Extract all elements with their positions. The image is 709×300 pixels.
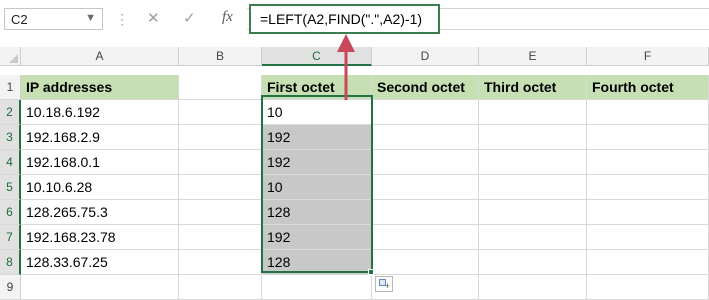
cell-b8[interactable]: [179, 250, 262, 275]
name-box-dropdown-icon[interactable]: ▼: [85, 12, 96, 24]
cell-c1[interactable]: First octet: [262, 75, 372, 100]
column-header-e[interactable]: E: [479, 47, 587, 66]
formula-text: =LEFT(A2,FIND(".",A2)-1): [260, 11, 423, 27]
column-header-b[interactable]: B: [179, 47, 262, 66]
cell-c5[interactable]: 10: [262, 175, 372, 200]
paste-options-plus-icon: +: [384, 281, 390, 291]
cell-a2[interactable]: 10.18.6.192: [21, 100, 179, 125]
cell-e4[interactable]: [479, 150, 587, 175]
cell-a6[interactable]: 128.265.75.3: [21, 200, 179, 225]
cell-a8[interactable]: 128.33.67.25: [21, 250, 179, 275]
cell-b9[interactable]: [179, 275, 262, 300]
select-all-icon: [9, 54, 18, 63]
row-header-6[interactable]: 6: [0, 200, 21, 225]
cell-a7[interactable]: 192.168.23.78: [21, 225, 179, 250]
cell-c3[interactable]: 192: [262, 125, 372, 150]
cell-d2[interactable]: [372, 100, 479, 125]
cell-b1[interactable]: [179, 75, 262, 100]
cell-d3[interactable]: [372, 125, 479, 150]
cell-c4[interactable]: 192: [262, 150, 372, 175]
cell-c8[interactable]: 128: [262, 250, 372, 275]
cell-c2-active[interactable]: 10: [262, 100, 372, 125]
cell-d5[interactable]: [372, 175, 479, 200]
cell-a5[interactable]: 10.10.6.28: [21, 175, 179, 200]
row-header-3[interactable]: 3: [0, 125, 21, 150]
cell-e1[interactable]: Third octet: [479, 75, 587, 100]
row-header-1[interactable]: 1: [0, 75, 21, 100]
cell-b7[interactable]: [179, 225, 262, 250]
cell-a3[interactable]: 192.168.2.9: [21, 125, 179, 150]
enter-icon[interactable]: ✓: [183, 9, 196, 29]
formula-bar: C2 ▼ ⋮ ✕ ✓ fx =LEFT(A2,FIND(".",A2)-1): [0, 0, 709, 44]
cell-b3[interactable]: [179, 125, 262, 150]
formula-input[interactable]: =LEFT(A2,FIND(".",A2)-1): [249, 4, 440, 34]
cell-d8[interactable]: [372, 250, 479, 275]
paste-options-icon[interactable]: +: [375, 276, 393, 292]
cell-e6[interactable]: [479, 200, 587, 225]
cell-e2[interactable]: [479, 100, 587, 125]
cell-d4[interactable]: [372, 150, 479, 175]
cell-d1[interactable]: Second octet: [372, 75, 479, 100]
cell-a9[interactable]: [21, 275, 179, 300]
formula-bar-grip-icon: ⋮: [115, 11, 129, 27]
cell-f6[interactable]: [587, 200, 709, 225]
cell-f7[interactable]: [587, 225, 709, 250]
cell-d6[interactable]: [372, 200, 479, 225]
row-header-5[interactable]: 5: [0, 175, 21, 200]
cell-e9[interactable]: [479, 275, 587, 300]
column-header-c[interactable]: C: [262, 47, 372, 66]
cell-f5[interactable]: [587, 175, 709, 200]
cell-b6[interactable]: [179, 200, 262, 225]
cell-f1[interactable]: Fourth octet: [587, 75, 709, 100]
cell-f2[interactable]: [587, 100, 709, 125]
cell-b5[interactable]: [179, 175, 262, 200]
cell-c9[interactable]: [262, 275, 372, 300]
select-all-corner[interactable]: [0, 47, 21, 66]
cell-f3[interactable]: [587, 125, 709, 150]
cell-f9[interactable]: [587, 275, 709, 300]
row-header-4[interactable]: 4: [0, 150, 21, 175]
fx-icon[interactable]: fx: [222, 9, 233, 26]
cancel-icon[interactable]: ✕: [147, 9, 160, 29]
fill-handle[interactable]: [368, 269, 374, 275]
cell-b2[interactable]: [179, 100, 262, 125]
cell-c6[interactable]: 128: [262, 200, 372, 225]
name-box[interactable]: C2 ▼: [4, 8, 103, 30]
cell-e3[interactable]: [479, 125, 587, 150]
cell-b4[interactable]: [179, 150, 262, 175]
row-header-7[interactable]: 7: [0, 225, 21, 250]
cell-e5[interactable]: [479, 175, 587, 200]
row-header-9[interactable]: 9: [0, 275, 21, 300]
cell-d7[interactable]: [372, 225, 479, 250]
cell-e8[interactable]: [479, 250, 587, 275]
cell-a4[interactable]: 192.168.0.1: [21, 150, 179, 175]
column-header-a[interactable]: A: [21, 47, 179, 66]
cell-e7[interactable]: [479, 225, 587, 250]
row-header-2[interactable]: 2: [0, 100, 21, 125]
column-header-d[interactable]: D: [372, 47, 479, 66]
cell-c7[interactable]: 192: [262, 225, 372, 250]
cell-f4[interactable]: [587, 150, 709, 175]
cell-a1[interactable]: IP addresses: [21, 75, 179, 100]
name-box-value: C2: [11, 12, 28, 27]
row-header-8[interactable]: 8: [0, 250, 21, 275]
cell-f8[interactable]: [587, 250, 709, 275]
column-header-f[interactable]: F: [587, 47, 709, 66]
